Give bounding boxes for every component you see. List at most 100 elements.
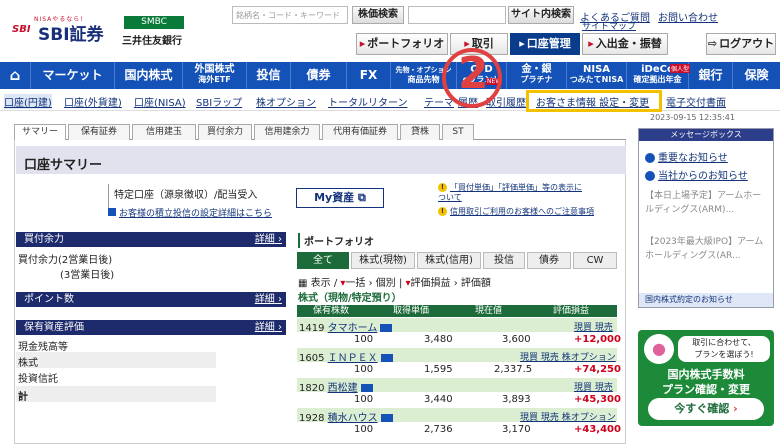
logout-button[interactable]: ⇨ ログアウト — [706, 33, 776, 55]
row-bg — [16, 386, 216, 402]
message-box-title: メッセージボックス — [639, 129, 773, 141]
news-item[interactable]: 【2023年最大級IPO】アームホールディングス(AR... — [645, 235, 769, 263]
stock-search-input[interactable]: 銘柄名・コード・キーワード — [232, 6, 348, 24]
notice-2-link[interactable]: 信用取引ご利用のお客様へのご注意事項 — [450, 207, 594, 216]
piggy-bank-icon: ● — [644, 334, 674, 364]
nav-label: 金・銀 — [521, 64, 552, 75]
smbc-badge: SMBC — [124, 16, 184, 29]
company-notice-link[interactable]: 当社からのお知らせ — [658, 171, 748, 182]
nav-domestic-stock[interactable]: 国内株式 — [114, 62, 182, 89]
cell-pl: +12,000 — [574, 334, 621, 345]
mail-icon[interactable] — [380, 354, 393, 362]
portfolio-tab-fund[interactable]: 投信 — [483, 252, 525, 269]
subnav-e-documents[interactable]: 電子交付書面 — [666, 94, 726, 109]
stock-name[interactable]: タマホーム — [328, 323, 378, 334]
trade-links[interactable]: 現買 現売 株オプション — [520, 410, 616, 423]
subnav-option[interactable]: 株オプション — [256, 94, 316, 109]
stock-name[interactable]: 西松建 — [328, 383, 358, 394]
mail-icon[interactable] — [380, 414, 393, 422]
ideco-badge: 個人型 — [670, 64, 691, 73]
header: NISAやるなら! SBI SBI証券 SMBC 三井住友銀行 銘柄名・コード・… — [0, 0, 780, 62]
site-search-button[interactable]: サイト内検索 — [508, 6, 574, 24]
subnav-total-return[interactable]: トータルリターン — [328, 94, 408, 109]
portfolio-tab-cw[interactable]: CW — [573, 252, 617, 269]
nav-market[interactable]: マーケット — [30, 62, 114, 89]
nav-gold[interactable]: 金・銀 プラチナ — [506, 62, 566, 89]
notice-2[interactable]: ! 信用取引ご利用のお客様へのご注意事項 — [438, 206, 594, 217]
tab-summary[interactable]: サマリー — [14, 124, 66, 141]
page-title: 口座サマリー — [16, 146, 626, 174]
subnav-foreign[interactable]: 口座(外貨建) — [64, 94, 122, 109]
sbi-logo[interactable]: NISAやるなら! SBI SBI証券 — [10, 14, 110, 45]
nav-fund[interactable]: 投信 — [246, 62, 290, 89]
points-detail[interactable]: 詳細 › — [255, 292, 282, 307]
news-item[interactable]: 【本日上場予定】アームホールディングス(ARM)... — [645, 189, 769, 217]
nav-sub: 商品先物 — [407, 75, 440, 84]
portfolio-tab-all[interactable]: 全て — [297, 252, 349, 269]
portfolio-tab-cash[interactable]: 株式(現物) — [351, 252, 415, 269]
account-tabs: サマリー 保有証券 信用建玉 買付余力 信用建余力 代用有価証券 貸株 ST — [14, 124, 626, 141]
trade-link[interactable]: 現買 現売 — [574, 383, 613, 393]
view-bulk[interactable]: 一括 — [345, 278, 365, 289]
holdings-detail[interactable]: 詳細 › — [255, 320, 282, 335]
view-value[interactable]: 評価額 — [461, 278, 491, 289]
notice-1[interactable]: ! 「買付単価」「評価単価」等の表示について — [438, 183, 588, 203]
portfolio-tab-bond[interactable]: 債券 — [527, 252, 571, 269]
cell-qty: 100 — [354, 424, 374, 435]
buying-power-detail[interactable]: 詳細 › — [255, 232, 282, 247]
trade-link[interactable]: 現買 現売 株オプション — [520, 413, 616, 423]
nav-insurance[interactable]: 保険 — [732, 62, 780, 89]
setting-link-row[interactable]: お客様の積立投信の設定詳細はこちら — [108, 206, 272, 219]
nav-foreign-stock[interactable]: 外国株式 海外ETF — [182, 62, 246, 89]
important-notice[interactable]: 重要なお知らせ — [645, 149, 728, 164]
tab-collateral[interactable]: 代用有価証券 — [322, 124, 398, 140]
nav-sub: つみたてNISA — [569, 75, 624, 84]
tab-portfolio[interactable]: ▸ ポートフォリオ — [356, 33, 448, 55]
tab-margin-positions[interactable]: 信用建玉 — [132, 124, 196, 140]
portfolio-tab-margin[interactable]: 株式(信用) — [417, 252, 481, 269]
view-individual[interactable]: 個別 — [376, 278, 396, 289]
stock-name[interactable]: ＩＮＰＥＸ — [328, 353, 378, 364]
trade-links[interactable]: 現買 現売 — [574, 380, 613, 393]
tab-lending[interactable]: 貸株 — [400, 124, 440, 140]
my-asset-button[interactable]: My資産 ⧉ — [296, 188, 384, 208]
smbc-logo[interactable]: SMBC 三井住友銀行 — [122, 16, 192, 47]
important-notice-link[interactable]: 重要なお知らせ — [658, 153, 728, 164]
nav-nisa[interactable]: NISA つみたてNISA — [566, 62, 626, 89]
trade-links[interactable]: 現買 現売 — [574, 320, 613, 333]
tab-buying-power[interactable]: 買付余力 — [198, 124, 252, 140]
subnav-yen[interactable]: 口座(円建) — [4, 94, 52, 109]
nav-bank[interactable]: 銀行 — [688, 62, 732, 89]
tab-deposit[interactable]: ▸ 入出金・振替 — [582, 33, 668, 55]
notice-1-link[interactable]: 「買付単価」「評価単価」等の表示について — [438, 183, 582, 202]
stock-search-button[interactable]: 株価検索 — [352, 6, 404, 24]
mail-icon[interactable] — [380, 324, 393, 332]
info-icon: ! — [438, 183, 447, 192]
check-now-button[interactable]: 今すぐ確認 › — [648, 398, 764, 420]
home-icon[interactable]: ⌂ — [0, 62, 30, 89]
contact-link[interactable]: お問い合わせ — [658, 9, 718, 24]
company-notice[interactable]: 当社からのお知らせ — [645, 167, 748, 182]
tab-account[interactable]: ▸ 口座管理 — [510, 33, 580, 55]
site-search-input[interactable] — [408, 6, 506, 24]
nav-bond[interactable]: 債券 — [290, 62, 346, 89]
view-pl[interactable]: 評価損益 — [411, 278, 451, 289]
stock-name[interactable]: 積水ハウス — [328, 413, 378, 424]
mail-icon[interactable] — [360, 384, 373, 392]
trade-link[interactable]: 現買 現売 — [574, 323, 613, 333]
trade-links[interactable]: 現買 現売 株オプション — [520, 350, 616, 363]
tab-st[interactable]: ST — [442, 124, 474, 140]
subnav-wrap[interactable]: SBIラップ — [196, 94, 242, 109]
view-display[interactable]: 表示 — [311, 278, 331, 289]
tab-margin-power[interactable]: 信用建余力 — [254, 124, 320, 140]
nav-fx[interactable]: FX — [346, 62, 390, 89]
trade-link[interactable]: 現買 現売 株オプション — [520, 353, 616, 363]
col-pl: 評価損益 — [553, 306, 590, 316]
sitemap-link[interactable]: サイトマップ — [582, 19, 636, 32]
setting-link[interactable]: お客様の積立投信の設定詳細はこちら — [119, 209, 272, 219]
row-bg — [16, 352, 216, 368]
subnav-nisa[interactable]: 口座(NISA) — [134, 94, 186, 109]
tab-holdings[interactable]: 保有証券 — [68, 124, 130, 140]
fee-plan-banner[interactable]: ● 取引に合わせて、 プランを選ぼう! 国内株式手数料 プラン確認・変更 今すぐ確… — [638, 330, 774, 426]
execution-notice[interactable]: 国内株式約定のお知らせ — [639, 293, 773, 307]
